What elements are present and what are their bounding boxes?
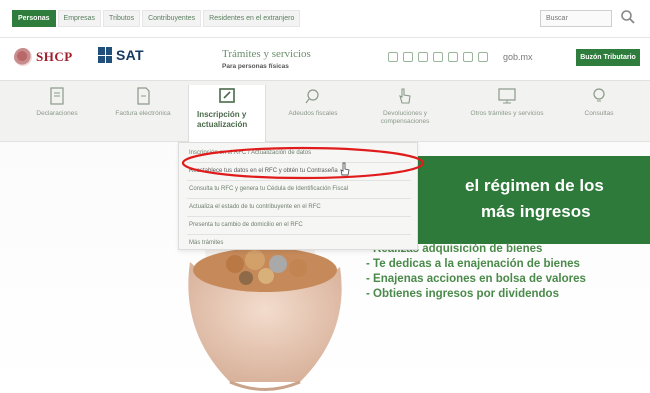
- site-title: Trámites y servicios: [222, 48, 311, 60]
- nav-devoluciones[interactable]: Devoluciones y compensaciones: [360, 85, 450, 126]
- email-icon[interactable]: [388, 52, 398, 62]
- tab-residentes-extranjero[interactable]: Residentes en el extranjero: [203, 10, 301, 27]
- search-money-icon: [305, 89, 319, 104]
- hero-title-line-1: el régimen de los: [465, 176, 604, 195]
- list-item: - Enajenas acciones en bolsa de valores: [366, 273, 586, 285]
- tab-empresas[interactable]: Empresas: [57, 10, 102, 27]
- menu-item-mas-tramites[interactable]: Más trámites: [179, 235, 419, 251]
- shcp-logo-text: SHCP: [36, 49, 73, 64]
- nav-otros-tramites[interactable]: Otros trámites y servicios: [468, 85, 546, 118]
- contact-icon[interactable]: [448, 52, 458, 62]
- calendar-icon[interactable]: [403, 52, 413, 62]
- search-icon[interactable]: [619, 8, 637, 26]
- phone-icon[interactable]: [433, 52, 443, 62]
- tab-contribuyentes[interactable]: Contribuyentes: [142, 10, 202, 27]
- hand-cursor-icon: [340, 162, 350, 176]
- main-navigation: Declaraciones Factura electrónica Inscri…: [0, 80, 650, 143]
- monitor-icon: [498, 88, 516, 104]
- help-icon[interactable]: [478, 52, 488, 62]
- buzon-tributario-button[interactable]: Buzón Tributario: [576, 49, 640, 66]
- chat-icon[interactable]: [418, 52, 428, 62]
- settings-icon[interactable]: [463, 52, 473, 62]
- header-shortcut-icons: [388, 52, 488, 62]
- menu-item-consulta-rfc[interactable]: Consulta tu RFC y genera tu Cédula de Id…: [179, 181, 419, 197]
- register-icon: [219, 88, 235, 103]
- highlight-annotation-ellipse: [181, 146, 425, 180]
- shcp-emblem-icon: [14, 48, 32, 66]
- invoice-icon: [137, 87, 150, 105]
- menu-item-cambio-domicilio[interactable]: Presenta tu cambio de domicilio en el RF…: [179, 217, 419, 233]
- tab-personas[interactable]: Personas: [12, 10, 56, 27]
- site-subtitle: Para personas físicas: [222, 63, 289, 70]
- document-icon: [50, 87, 64, 105]
- sat-logo-text: SAT: [116, 47, 144, 63]
- nav-factura[interactable]: Factura electrónica: [104, 85, 182, 118]
- hero-bullet-list: - Realizas adquisición de bienes - Te de…: [366, 242, 586, 302]
- menu-item-actualiza-estado[interactable]: Actualiza el estado de tu contribuyente …: [179, 199, 419, 215]
- list-item: - Te dedicas a la enajenación de bienes: [366, 258, 580, 270]
- sat-logo[interactable]: SAT: [98, 47, 144, 63]
- tab-tributos[interactable]: Tributos: [103, 10, 141, 27]
- nav-adeudos[interactable]: Adeudos fiscales: [274, 85, 352, 118]
- nav-consultas[interactable]: Consultas: [560, 85, 638, 118]
- gob-mx-link[interactable]: gob.mx: [503, 52, 533, 62]
- nav-declaraciones[interactable]: Declaraciones: [18, 85, 96, 118]
- top-bar: Personas Empresas Tributos Contribuyente…: [0, 0, 650, 38]
- shcp-logo[interactable]: SHCP: [14, 48, 73, 66]
- list-item: - Obtienes ingresos por dividendos: [366, 288, 559, 300]
- audience-tabs: Personas Empresas Tributos Contribuyente…: [12, 10, 302, 27]
- hand-pointer-icon: [399, 88, 411, 104]
- hero-title-line-2: más ingresos: [481, 202, 591, 221]
- nav-inscripcion[interactable]: Inscripción y actualización: [188, 85, 266, 143]
- lightbulb-icon: [593, 88, 605, 102]
- sat-emblem-icon: [98, 47, 112, 63]
- site-header: SHCP SAT Trámites y servicios Para perso…: [0, 38, 650, 80]
- search-input[interactable]: [540, 10, 612, 27]
